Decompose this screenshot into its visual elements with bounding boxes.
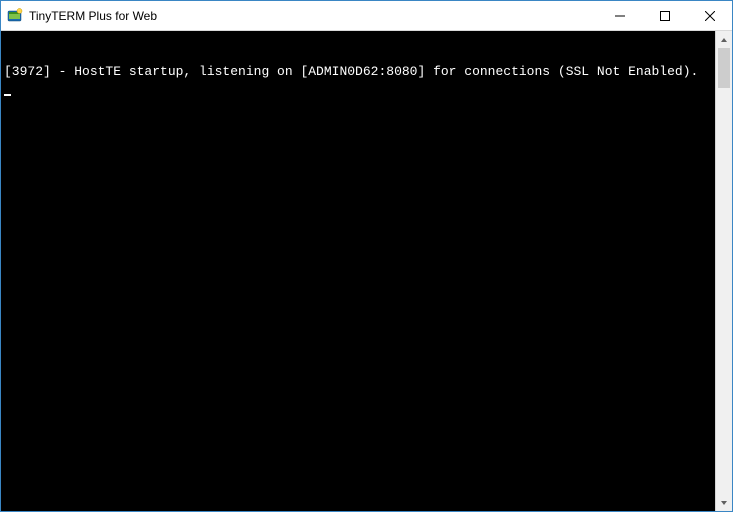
app-icon [7, 8, 23, 24]
terminal-cursor [4, 94, 11, 96]
terminal-line: [3972] - HostTE startup, listening on [A… [4, 64, 712, 80]
terminal-output[interactable]: [3972] - HostTE startup, listening on [A… [1, 31, 715, 511]
scrollbar-track[interactable] [716, 48, 732, 494]
minimize-button[interactable] [597, 1, 642, 30]
chevron-down-icon [720, 499, 728, 507]
maximize-button[interactable] [642, 1, 687, 30]
scroll-up-button[interactable] [716, 31, 732, 48]
chevron-up-icon [720, 36, 728, 44]
scrollbar-thumb[interactable] [718, 48, 730, 88]
window-title: TinyTERM Plus for Web [29, 9, 157, 23]
scroll-down-button[interactable] [716, 494, 732, 511]
client-area: [3972] - HostTE startup, listening on [A… [1, 31, 732, 511]
close-button[interactable] [687, 1, 732, 30]
window-controls [597, 1, 732, 30]
titlebar: TinyTERM Plus for Web [1, 1, 732, 31]
vertical-scrollbar[interactable] [715, 31, 732, 511]
